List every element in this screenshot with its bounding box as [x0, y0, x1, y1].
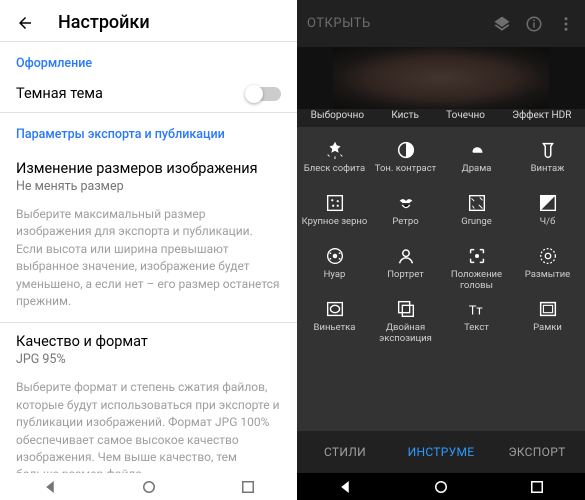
nav-home-icon[interactable] [431, 477, 451, 497]
image-preview[interactable] [297, 47, 585, 109]
resize-item[interactable]: Изменение размеров изображения Не менять… [0, 150, 297, 200]
tool-headpose[interactable]: Положение головы [441, 243, 512, 292]
quality-item[interactable]: Качество и формат JPG 95% [0, 323, 297, 373]
tonal-icon [393, 137, 419, 163]
tool-tonal[interactable]: Тон. контраст [370, 137, 441, 186]
tool-grain[interactable]: Крупное зерно [299, 190, 370, 239]
tool-vignette[interactable]: Виньетка [299, 296, 370, 345]
nav-recent-icon[interactable] [527, 477, 547, 497]
dark-theme-label: Темная тема [16, 85, 103, 102]
editor-screen: ОТКРЫТЬ Выборочно Кисть Точечно Эффект H… [297, 0, 585, 473]
settings-screen: Настройки Оформление Темная тема Парамет… [0, 0, 297, 473]
open-button[interactable]: ОТКРЫТЬ [307, 16, 371, 31]
tool-drama[interactable]: Драма [441, 137, 512, 186]
svg-text:Tт: Tт [468, 304, 482, 319]
dark-theme-row[interactable]: Темная тема [0, 79, 297, 112]
frames-icon [535, 296, 561, 322]
headpose-icon [464, 243, 490, 269]
layers-icon[interactable] [493, 15, 511, 33]
tool-blur[interactable]: Размытие [512, 243, 583, 292]
tool-retro[interactable]: Ретро [370, 190, 441, 239]
dark-theme-toggle[interactable] [247, 87, 281, 101]
resize-description: Выберите максимальный размер изображения… [0, 200, 297, 322]
nav-back-icon[interactable] [335, 477, 355, 497]
back-icon[interactable] [16, 14, 34, 32]
tool-glamour[interactable]: Блеск софита [299, 137, 370, 186]
tools-grid: Блеск софита Тон. контраст Драма Винтаж [297, 127, 585, 431]
editor-topbar: ОТКРЫТЬ [297, 0, 585, 47]
tool-portrait[interactable]: Портрет [370, 243, 441, 292]
blur-icon [535, 243, 561, 269]
grunge-icon [464, 190, 490, 216]
tool-vintage[interactable]: Винтаж [512, 137, 583, 186]
double-icon [393, 296, 419, 322]
vintage-icon [535, 137, 561, 163]
section-export: Параметры экспорта и публикации [0, 113, 297, 150]
section-appearance: Оформление [0, 42, 297, 79]
info-icon[interactable] [525, 15, 543, 33]
grain-icon [322, 190, 348, 216]
tool-bw[interactable]: Ч/б [512, 190, 583, 239]
tab-tools[interactable]: ИНСТРУМЕ [393, 445, 489, 459]
more-icon[interactable] [557, 15, 575, 33]
tools-top-row-labels: Выборочно Кисть Точечно Эффект HDR [297, 109, 585, 127]
vignette-icon [322, 296, 348, 322]
settings-title: Настройки [58, 12, 150, 33]
nav-home-icon[interactable] [139, 477, 159, 497]
nav-back-icon[interactable] [40, 477, 60, 497]
editor-bottom-tabs: СТИЛИ ИНСТРУМЕ ЭКСПОРТ [297, 431, 585, 473]
retro-icon [393, 190, 419, 216]
text-icon: Tт [464, 296, 490, 322]
drama-icon [464, 137, 490, 163]
portrait-icon [393, 243, 419, 269]
tool-text[interactable]: Tт Текст [441, 296, 512, 345]
noir-icon [322, 243, 348, 269]
nav-recent-icon[interactable] [238, 477, 258, 497]
bw-icon [535, 190, 561, 216]
tab-export[interactable]: ЭКСПОРТ [489, 445, 585, 459]
quality-description: Выберите формат и степень сжатия файлов,… [0, 373, 297, 473]
glamour-icon [322, 137, 348, 163]
tool-double-exposure[interactable]: Двойная экспозиция [370, 296, 441, 345]
tool-noir[interactable]: Нуар [299, 243, 370, 292]
tool-frames[interactable]: Рамки [512, 296, 583, 345]
tool-grunge[interactable]: Grunge [441, 190, 512, 239]
tab-styles[interactable]: СТИЛИ [297, 445, 393, 459]
android-navbar-left [0, 473, 297, 500]
android-navbar-right [297, 473, 585, 500]
